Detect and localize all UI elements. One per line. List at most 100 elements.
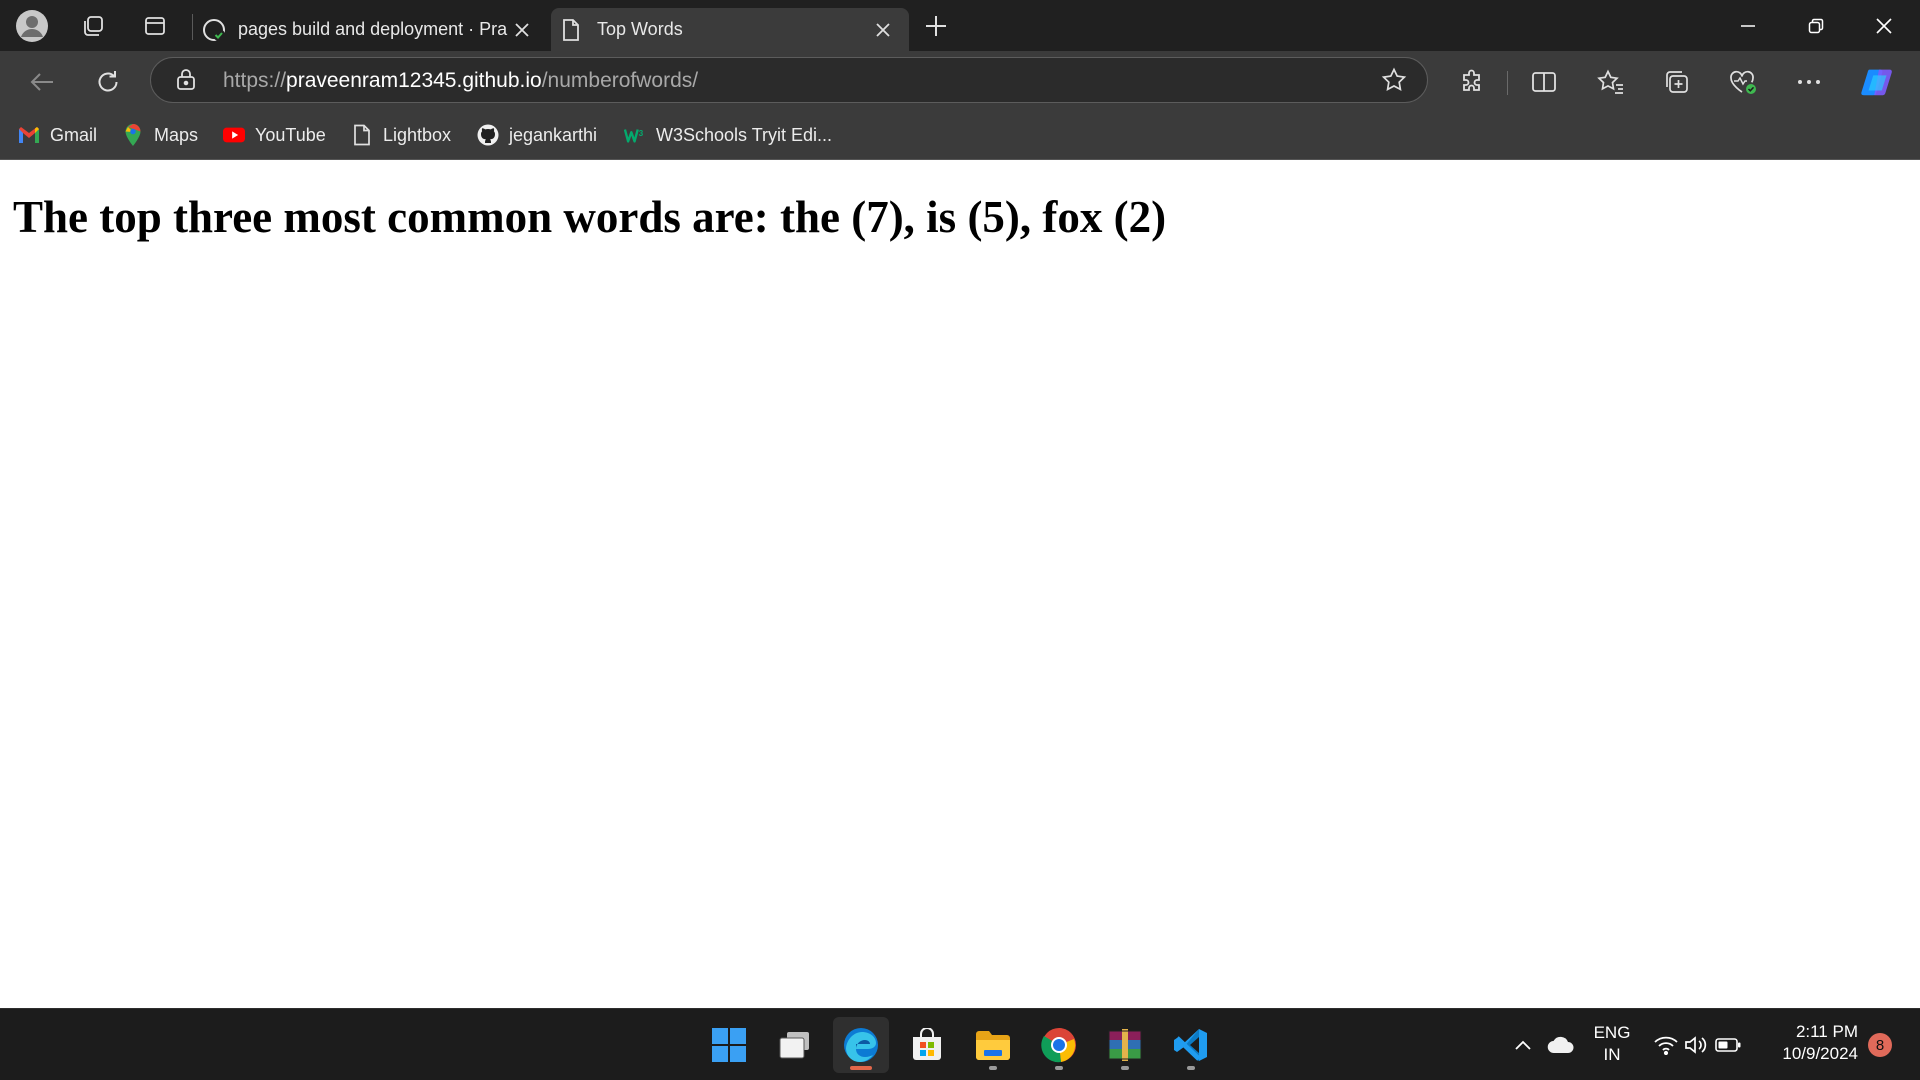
- favorite-label: W3Schools Tryit Edi...: [656, 124, 833, 145]
- minimize-button[interactable]: [1714, 0, 1782, 51]
- back-arrow-icon: [30, 73, 53, 91]
- favorite-label: jegankarthi: [509, 124, 598, 145]
- language-code: ENG: [1593, 1023, 1631, 1042]
- tab-title: Top Words: [597, 19, 683, 39]
- clock[interactable]: 2:11 PM 10/9/2024: [1760, 1021, 1858, 1065]
- quick-settings-button[interactable]: [1652, 1025, 1742, 1065]
- split-screen-icon: [1532, 72, 1556, 92]
- github-check-icon: [202, 18, 226, 42]
- favorites-button[interactable]: [1593, 64, 1629, 100]
- tab-close-button[interactable]: [510, 18, 534, 42]
- browser-essentials-button[interactable]: [1725, 64, 1761, 100]
- vertical-tabs-icon: [143, 14, 167, 38]
- svg-text:3: 3: [639, 129, 644, 138]
- notification-badge[interactable]: 8: [1868, 1033, 1892, 1057]
- url-text[interactable]: https://praveenram12345.github.io/number…: [223, 69, 698, 93]
- favorite-label: Gmail: [50, 124, 98, 145]
- onedrive-button[interactable]: [1542, 1025, 1580, 1065]
- tab-strip: pages build and deployment · Pra Top Wor…: [0, 0, 1920, 51]
- more-options-button[interactable]: [1791, 64, 1827, 100]
- new-tab-button[interactable]: [918, 8, 954, 44]
- star-icon: [1381, 67, 1407, 91]
- restore-icon: [1808, 18, 1824, 33]
- heart-pulse-icon: [1730, 70, 1756, 94]
- battery-icon: [1715, 1038, 1741, 1052]
- page-icon: [351, 124, 373, 146]
- favorite-w3schools[interactable]: 3 W3Schools Tryit Edi...: [624, 121, 832, 149]
- taskbar-vscode[interactable]: [1163, 1017, 1219, 1073]
- favorite-label: YouTube: [255, 124, 326, 145]
- w3schools-icon: 3: [624, 124, 646, 146]
- tab-top-words[interactable]: Top Words: [551, 8, 909, 51]
- close-icon: [876, 23, 890, 37]
- folder-icon: [976, 1031, 1010, 1060]
- extensions-button[interactable]: [1454, 64, 1490, 100]
- back-button[interactable]: [24, 64, 60, 100]
- task-view-icon: [779, 1032, 809, 1059]
- start-button[interactable]: [701, 1017, 757, 1073]
- taskbar-edge[interactable]: [833, 1017, 889, 1073]
- refresh-button[interactable]: [90, 64, 126, 100]
- favorite-label: Lightbox: [383, 124, 452, 145]
- favorite-maps[interactable]: Maps: [122, 121, 198, 149]
- workspaces-button[interactable]: [75, 8, 111, 44]
- url-path: /numberofwords/: [541, 69, 699, 92]
- close-icon: [515, 23, 529, 37]
- browser-toolbar: https://praveenram12345.github.io/number…: [0, 51, 1920, 111]
- puzzle-icon: [1463, 69, 1480, 91]
- toolbar-separator: [1507, 71, 1508, 95]
- favorite-gmail[interactable]: Gmail: [18, 121, 97, 149]
- collections-icon: [1666, 71, 1688, 93]
- taskbar-chrome[interactable]: [1031, 1017, 1087, 1073]
- ellipsis-icon: [1798, 80, 1820, 84]
- close-window-button[interactable]: [1850, 0, 1918, 51]
- clock-date: 10/9/2024: [1782, 1044, 1858, 1063]
- show-hidden-icons-button[interactable]: [1506, 1025, 1540, 1065]
- active-app-indicator: [850, 1066, 872, 1070]
- favorite-youtube[interactable]: YouTube: [223, 121, 326, 149]
- winrar-icon: [1108, 1029, 1142, 1061]
- copilot-button[interactable]: [1860, 64, 1896, 100]
- github-icon: [477, 124, 499, 146]
- plus-icon: [925, 15, 947, 37]
- favorite-jegankarthi[interactable]: jegankarthi: [477, 121, 597, 149]
- refresh-icon: [98, 71, 118, 92]
- chevron-up-icon: [1515, 1040, 1531, 1050]
- favorites-list-icon: [1597, 69, 1623, 94]
- cloud-icon: [1547, 1036, 1574, 1054]
- profile-avatar-icon: [15, 9, 49, 43]
- chrome-icon: [1041, 1028, 1076, 1063]
- page-content: The top three most common words are: the…: [0, 160, 1920, 1008]
- tab-actions-button[interactable]: [137, 8, 173, 44]
- task-view-button[interactable]: [767, 1017, 823, 1073]
- favorite-label: Maps: [154, 124, 199, 145]
- favorite-star-button[interactable]: [1381, 67, 1407, 93]
- running-app-indicator: [1187, 1066, 1195, 1070]
- store-icon: [913, 1028, 941, 1060]
- windows-logo-icon: [712, 1028, 746, 1062]
- taskbar-store[interactable]: [899, 1017, 955, 1073]
- workspaces-icon: [80, 13, 106, 39]
- taskbar-winrar[interactable]: [1097, 1017, 1153, 1073]
- favorite-lightbox[interactable]: Lightbox: [351, 121, 451, 149]
- edge-icon: [844, 1028, 878, 1062]
- wifi-icon: [1654, 1036, 1678, 1055]
- profile-button[interactable]: [14, 8, 50, 44]
- taskbar-file-explorer[interactable]: [965, 1017, 1021, 1073]
- split-screen-button[interactable]: [1526, 64, 1562, 100]
- lock-icon[interactable]: [175, 67, 197, 91]
- vscode-icon: [1174, 1029, 1207, 1061]
- collections-button[interactable]: [1659, 64, 1695, 100]
- clock-time: 2:11 PM: [1795, 1022, 1858, 1041]
- url-host: praveenram12345.github.io: [286, 69, 542, 92]
- volume-icon: [1685, 1036, 1707, 1054]
- minimize-icon: [1741, 24, 1755, 27]
- maps-icon: [122, 124, 144, 146]
- address-bar[interactable]: https://praveenram12345.github.io/number…: [150, 57, 1428, 103]
- restore-button[interactable]: [1782, 0, 1850, 51]
- url-scheme: https://: [223, 69, 287, 92]
- tab-pages-build[interactable]: pages build and deployment · Pra: [196, 8, 548, 51]
- tab-close-button[interactable]: [871, 18, 895, 42]
- running-app-indicator: [989, 1066, 997, 1070]
- language-indicator[interactable]: ENG IN: [1592, 1022, 1632, 1066]
